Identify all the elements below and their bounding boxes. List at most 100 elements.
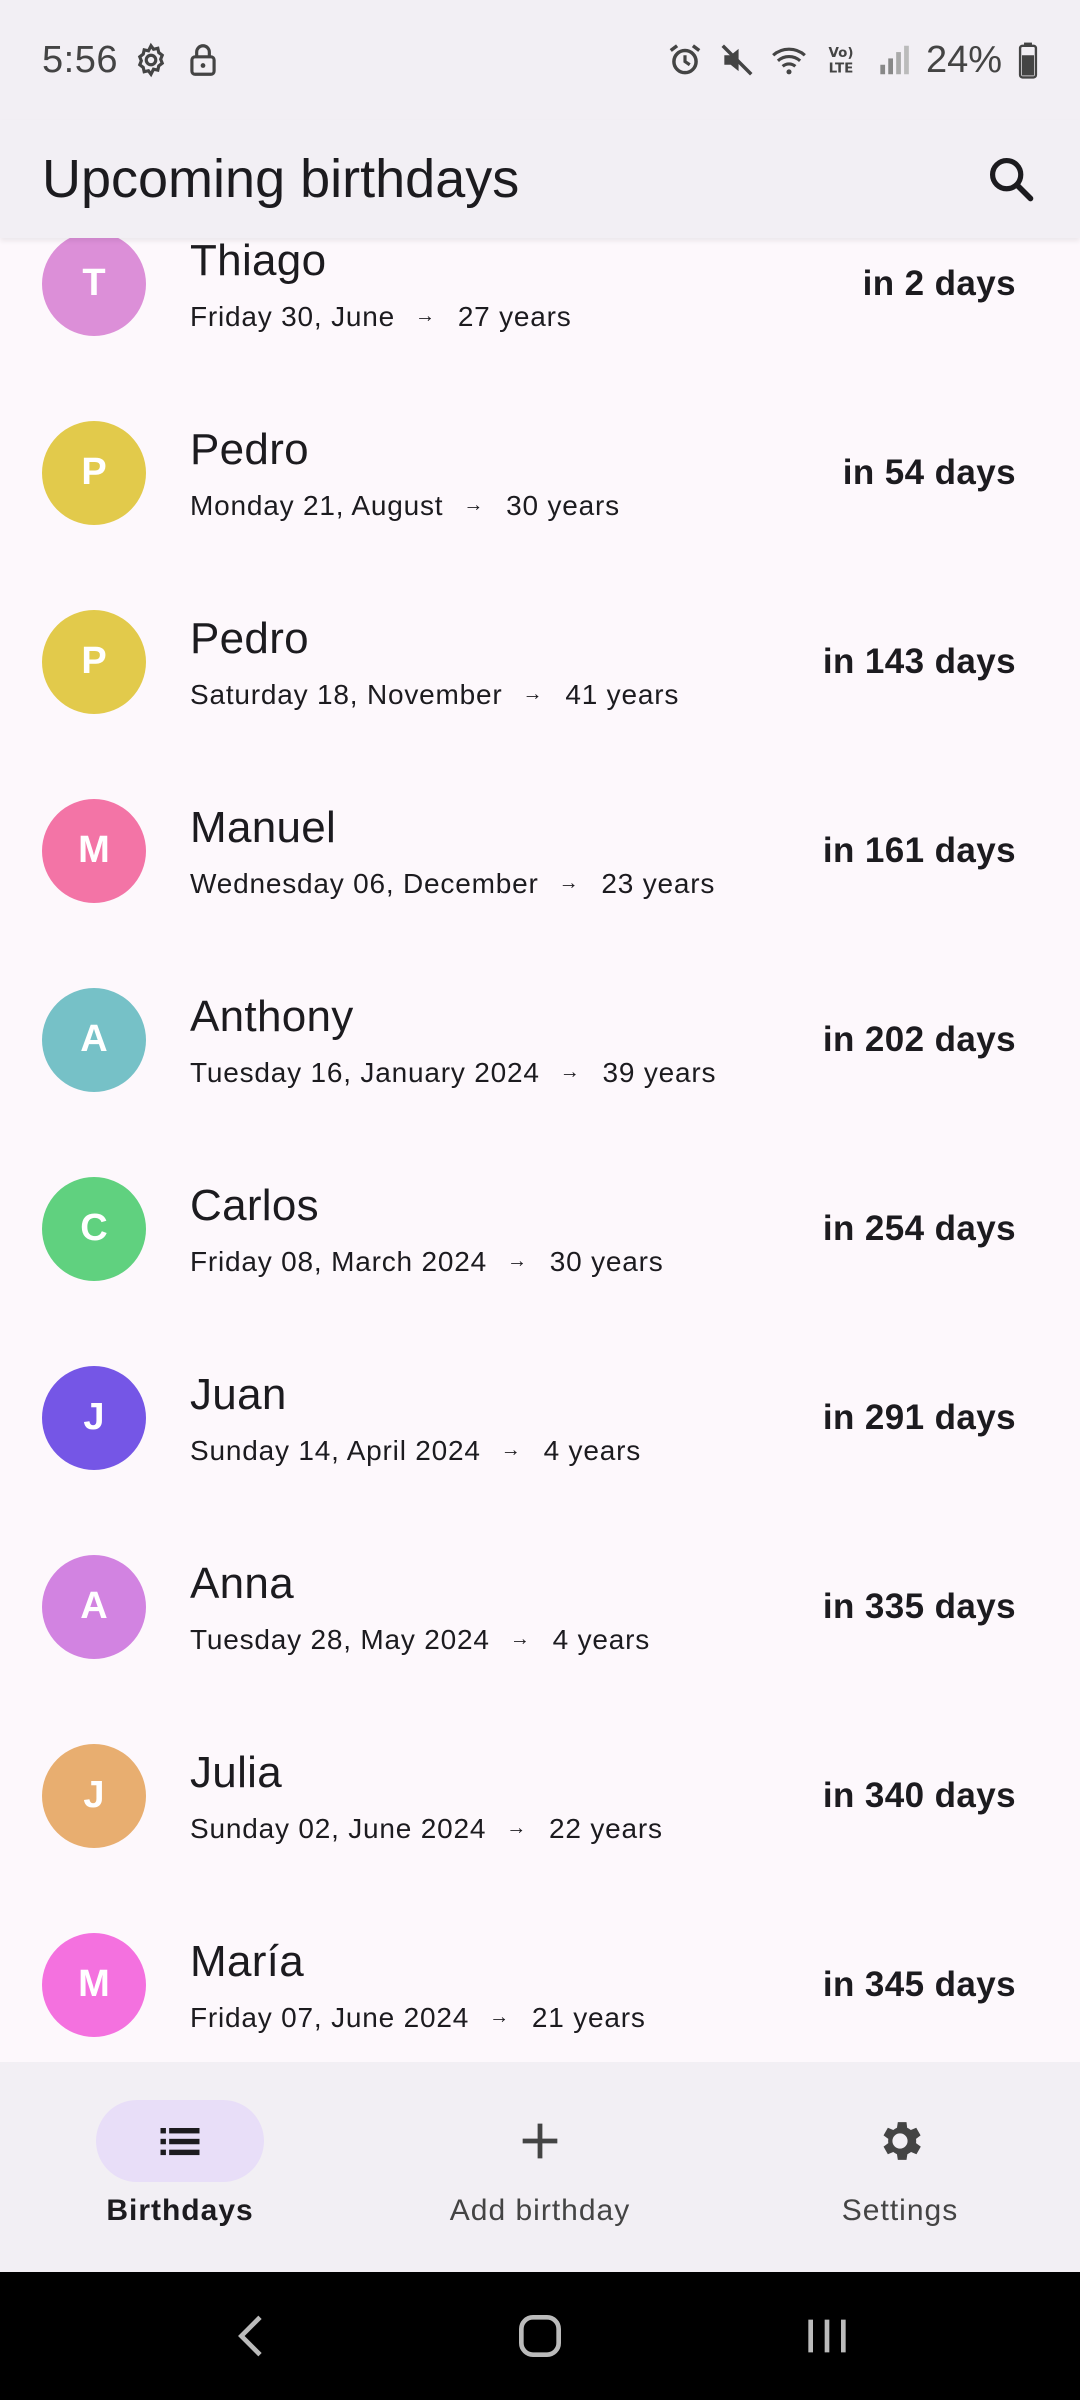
nav-active-indicator [96, 2100, 264, 2182]
recents-button[interactable] [787, 2296, 867, 2376]
days-until: in 340 days [822, 1775, 1016, 1815]
birthday-date: Wednesday 06, December [190, 867, 539, 899]
birthday-text: Carlos Friday 08, March 2024 → 30 years [190, 1180, 823, 1278]
avatar: A [42, 987, 146, 1092]
days-until: in 2 days [862, 263, 1016, 303]
status-left: 5:56 [42, 39, 222, 82]
system-navigation-bar [0, 2272, 1080, 2400]
birthday-details: Saturday 18, November → 41 years [190, 679, 823, 711]
status-time: 5:56 [42, 38, 118, 81]
wifi-icon [770, 41, 808, 79]
avatar: M [42, 798, 146, 903]
avatar: T [42, 238, 146, 336]
gear-icon [132, 41, 170, 79]
birthday-name: Anna [190, 1558, 294, 1608]
arrow-right-icon: → [489, 2006, 510, 2028]
avatar: A [42, 1554, 146, 1659]
arrow-right-icon: → [415, 305, 436, 327]
birthday-text: Pedro Monday 21, August → 30 years [190, 424, 843, 522]
avatar: C [42, 1176, 146, 1281]
days-until: in 143 days [822, 641, 1016, 681]
search-button[interactable] [978, 146, 1044, 212]
nav-add-birthday[interactable]: Add birthday [360, 2100, 720, 2228]
arrow-right-icon: → [506, 1817, 528, 1839]
birthday-list[interactable]: T Thiago Friday 30, June → 27 years in 2… [0, 238, 1080, 2062]
days-until: in 345 days [822, 1964, 1016, 2004]
lock-icon [184, 41, 222, 79]
signal-icon [874, 41, 912, 79]
volte-icon: Vo) LTE [822, 41, 860, 79]
home-button[interactable] [500, 2296, 580, 2376]
birthday-name: Juan [190, 1369, 287, 1419]
plus-icon [522, 2123, 558, 2159]
birthday-age: 30 years [506, 489, 620, 521]
birthday-list-item[interactable]: J Julia Sunday 02, June 2024 → 22 years … [0, 1701, 1080, 1890]
birthday-date: Sunday 02, June 2024 [190, 1812, 487, 1844]
nav-icon-wrap [456, 2100, 624, 2182]
birthday-list-item[interactable]: P Pedro Saturday 18, November → 41 years… [0, 567, 1080, 756]
avatar: J [42, 1365, 146, 1470]
arrow-right-icon: → [506, 1250, 528, 1272]
birthday-name: Thiago [190, 238, 327, 285]
battery-percent: 24% [925, 38, 1002, 81]
arrow-right-icon: → [500, 1439, 522, 1461]
svg-text:LTE: LTE [829, 62, 854, 77]
home-icon [518, 2315, 561, 2357]
birthday-list-item[interactable]: T Thiago Friday 30, June → 27 years in 2… [0, 238, 1080, 378]
birthday-details: Friday 30, June → 27 years [190, 301, 863, 333]
birthday-name: Anthony [190, 991, 354, 1041]
avatar: P [42, 609, 146, 714]
birthday-name: Julia [190, 1747, 282, 1797]
days-until: in 161 days [822, 830, 1016, 870]
birthday-age: 39 years [602, 1056, 717, 1088]
birthday-name: Manuel [190, 802, 337, 852]
birthday-text: Anthony Tuesday 16, January 2024 → 39 ye… [190, 991, 823, 1089]
birthday-details: Monday 21, August → 30 years [190, 490, 843, 522]
birthday-list-item[interactable]: M María Friday 07, June 2024 → 21 years … [0, 1890, 1080, 2062]
birthday-text: María Friday 07, June 2024 → 21 years [190, 1936, 823, 2034]
birthday-age: 4 years [543, 1434, 642, 1466]
birthday-age: 21 years [531, 2001, 646, 2033]
arrow-right-icon: → [522, 683, 544, 705]
back-icon [238, 2315, 262, 2357]
arrow-right-icon: → [559, 1061, 581, 1083]
birthday-date: Friday 08, March 2024 [190, 1245, 487, 1277]
arrow-right-icon: → [558, 872, 580, 894]
list-icon [160, 2128, 200, 2156]
birthday-list-item[interactable]: J Juan Sunday 14, April 2024 → 4 years i… [0, 1323, 1080, 1512]
arrow-right-icon: → [509, 1628, 531, 1650]
birthday-list-item[interactable]: C Carlos Friday 08, March 2024 → 30 year… [0, 1134, 1080, 1323]
birthday-text: Julia Sunday 02, June 2024 → 22 years [190, 1747, 823, 1845]
birthday-date: Monday 21, August [190, 489, 444, 521]
days-until: in 291 days [822, 1397, 1016, 1437]
days-until: in 335 days [822, 1586, 1016, 1626]
birthday-details: Tuesday 28, May 2024 → 4 years [190, 1624, 823, 1656]
avatar: P [42, 420, 146, 525]
avatar: J [42, 1743, 146, 1848]
birthday-list-inner: T Thiago Friday 30, June → 27 years in 2… [0, 238, 1080, 2062]
days-until: in 202 days [822, 1019, 1016, 1059]
back-button[interactable] [213, 2296, 293, 2376]
birthday-date: Friday 30, June [190, 300, 395, 332]
birthday-list-item[interactable]: A Anthony Tuesday 16, January 2024 → 39 … [0, 945, 1080, 1134]
birthday-date: Friday 07, June 2024 [190, 2001, 470, 2033]
bottom-navigation: Birthdays Add birthday Settings [0, 2062, 1080, 2272]
birthday-age: 4 years [552, 1623, 651, 1655]
birthday-text: Anna Tuesday 28, May 2024 → 4 years [190, 1558, 823, 1656]
birthday-details: Friday 08, March 2024 → 30 years [190, 1246, 823, 1278]
birthday-details: Friday 07, June 2024 → 21 years [190, 2002, 823, 2034]
nav-icon-wrap [816, 2100, 984, 2182]
birthday-list-item[interactable]: A Anna Tuesday 28, May 2024 → 4 years in… [0, 1512, 1080, 1701]
svg-text:Vo): Vo) [828, 46, 853, 61]
birthday-details: Tuesday 16, January 2024 → 39 years [190, 1057, 823, 1089]
nav-birthdays[interactable]: Birthdays [0, 2100, 360, 2228]
birthday-details: Sunday 02, June 2024 → 22 years [190, 1813, 823, 1845]
avatar: M [42, 1932, 146, 2037]
nav-settings[interactable]: Settings [720, 2100, 1080, 2228]
nav-label-add-birthday: Add birthday [449, 2194, 631, 2227]
birthday-date: Saturday 18, November [190, 678, 503, 710]
birthday-name: María [190, 1936, 304, 1986]
birthday-list-item[interactable]: P Pedro Monday 21, August → 30 years in … [0, 378, 1080, 567]
birthday-list-item[interactable]: M Manuel Wednesday 06, December → 23 yea… [0, 756, 1080, 945]
birthday-name: Pedro [190, 613, 309, 663]
